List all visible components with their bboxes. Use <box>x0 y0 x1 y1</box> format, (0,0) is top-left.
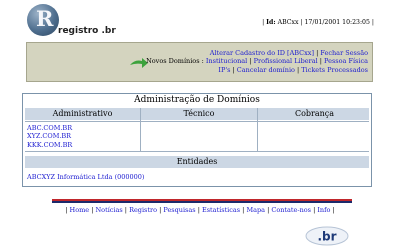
logo-text: registro .br <box>58 26 116 36</box>
divider-bar-navy <box>52 201 352 203</box>
domain-link[interactable]: KKK.COM.BR <box>27 141 72 149</box>
session-time: 10:23:05 <box>342 19 370 26</box>
br-logo: .br <box>305 226 349 246</box>
footer-link-pesquisas[interactable]: Pesquisas <box>163 206 195 214</box>
footer-link-info[interactable]: Info <box>317 206 330 214</box>
registro-br-logo: R registro .br <box>20 4 130 40</box>
admin-title: Administração de Domínios <box>134 95 260 105</box>
entities-header: Entidades <box>25 156 369 168</box>
columns-header-row: Administrativo Técnico Cobrança <box>25 108 369 120</box>
session-info: | Id: ABCxx | 17/01/2001 10:23:05 | <box>262 19 374 26</box>
menu-panel: Alterar Cadastro do ID [ABCxx] | Fechar … <box>26 42 373 82</box>
row-divider <box>25 151 369 152</box>
link-fechar-sessao[interactable]: Fechar Sessão <box>320 49 368 57</box>
session-prefix: Id: <box>266 19 276 26</box>
admin-domains-panel: Administração de Domínios Administrativo… <box>22 93 372 187</box>
footer-link-home[interactable]: Home <box>70 206 90 214</box>
footer-link-estatisticas[interactable]: Estatísticas <box>202 206 240 214</box>
footer-link-contate-nos[interactable]: Contate-nos <box>271 206 311 214</box>
link-pessoa-fisica[interactable]: Pessoa Física <box>324 57 368 65</box>
domain-link[interactable]: XYZ.COM.BR <box>27 132 71 140</box>
link-tickets-processados[interactable]: Tickets Processados <box>301 66 368 74</box>
novos-dominios-label: Novos Domínios : <box>146 57 204 66</box>
footer-link-mapa[interactable]: Mapa <box>246 206 265 214</box>
col-cobranca: Cobrança <box>294 109 335 118</box>
column-divider <box>257 108 258 151</box>
link-ips[interactable]: IP's <box>218 66 230 74</box>
br-logo-text: .br <box>317 230 336 244</box>
column-divider <box>140 108 141 151</box>
footer-nav: | Home | Notícias | Registro | Pesquisas… <box>65 206 335 214</box>
link-institucional[interactable]: Institucional <box>206 57 247 65</box>
row-divider <box>25 121 369 122</box>
logo-letter: R <box>36 6 54 31</box>
session-user: ABCxx <box>277 19 299 26</box>
col-tecnico: Técnico <box>183 109 215 118</box>
footer-link-noticias[interactable]: Notícias <box>95 206 122 214</box>
link-profissional-liberal[interactable]: Profissional Liberal <box>254 57 318 65</box>
link-cancelar-dominio[interactable]: Cancelar domínio <box>237 66 295 74</box>
entity-link[interactable]: ABCXYZ Informática Ltda (000000) <box>27 173 144 181</box>
footer-link-registro[interactable]: Registro <box>129 206 157 214</box>
col-administrativo: Administrativo <box>52 109 113 118</box>
link-alterar-cadastro[interactable]: Alterar Cadastro do ID [ABCxx] <box>210 49 314 57</box>
session-date: 17/01/2001 <box>304 19 341 26</box>
domain-link[interactable]: ABC.COM.BR <box>27 124 72 132</box>
domain-list: ABC.COM.BR XYZ.COM.BR KKK.COM.BR <box>27 124 72 149</box>
